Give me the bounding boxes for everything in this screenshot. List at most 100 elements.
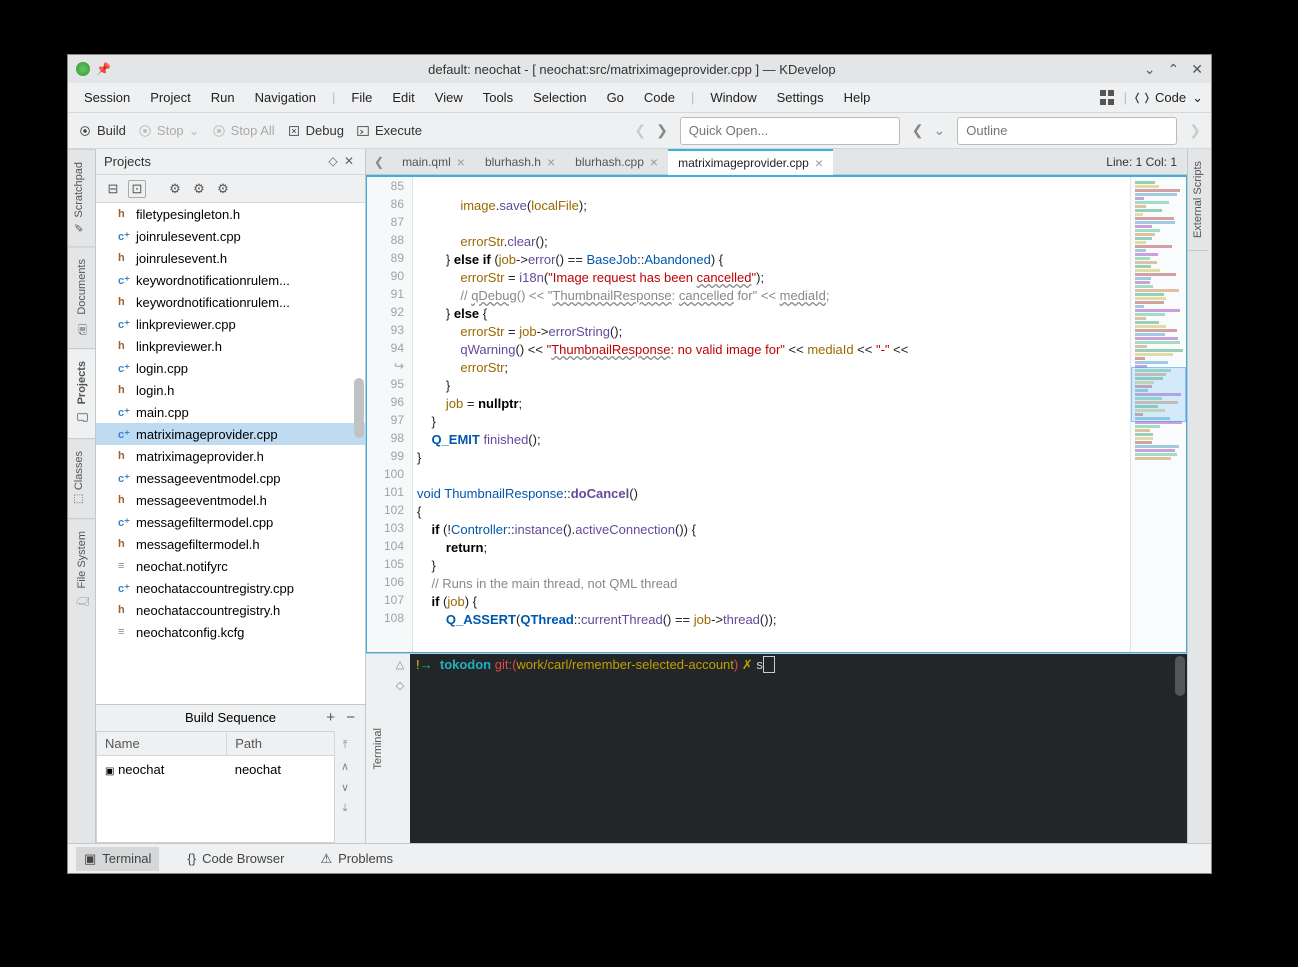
cpp-file-icon: c⁺: [118, 230, 132, 243]
project-tree[interactable]: hfiletypesingleton.hc⁺joinrulesevent.cpp…: [96, 203, 365, 704]
tree-item[interactable]: c⁺main.cpp: [96, 401, 365, 423]
terminal-label[interactable]: Terminal: [366, 654, 390, 843]
column-path[interactable]: Path: [227, 731, 335, 755]
tab-blurhash-h[interactable]: blurhash.h×: [475, 149, 565, 175]
tree-item[interactable]: hneochataccountregistry.h: [96, 599, 365, 621]
rail-projects[interactable]: 🗀 Projects: [68, 348, 95, 438]
terminal-scrollbar[interactable]: [1175, 656, 1185, 696]
tree-item[interactable]: hmatriximageprovider.h: [96, 445, 365, 467]
move-up-icon[interactable]: ∧: [341, 760, 349, 773]
panel-close-icon[interactable]: ✕: [341, 154, 357, 170]
maximize-button[interactable]: ⌃: [1168, 61, 1180, 78]
gear-icon[interactable]: ⚙: [166, 180, 184, 198]
menu-selection[interactable]: Selection: [525, 86, 594, 109]
nav-back-icon[interactable]: ❮: [634, 122, 646, 139]
close-icon[interactable]: ×: [815, 155, 823, 171]
minimize-button[interactable]: ⌄: [1144, 61, 1156, 78]
term-up-icon[interactable]: △: [396, 658, 404, 671]
bottom-dock-bar: ▣Terminal {}Code Browser ⚠Problems: [68, 843, 1211, 873]
execute-button[interactable]: Execute: [356, 123, 422, 138]
code-content[interactable]: image.save(localFile); errorStr.clear();…: [413, 177, 1130, 652]
add-button[interactable]: +: [326, 709, 335, 726]
gear-icon-2[interactable]: ⚙: [190, 180, 208, 198]
menu-run[interactable]: Run: [203, 86, 243, 109]
bottom-tab-code-browser[interactable]: {}Code Browser: [179, 847, 292, 870]
close-icon[interactable]: ×: [650, 154, 658, 170]
tree-item[interactable]: c⁺joinrulesevent.cpp: [96, 225, 365, 247]
tree-item[interactable]: hjoinrulesevent.h: [96, 247, 365, 269]
rail-classes[interactable]: ⬚ Classes: [68, 438, 95, 518]
menu-window[interactable]: Window: [702, 86, 764, 109]
tab-blurhash-cpp[interactable]: blurhash.cpp×: [565, 149, 668, 175]
tree-item[interactable]: c⁺keywordnotificationrulem...: [96, 269, 365, 291]
tab-matriximageprovider-cpp[interactable]: matriximageprovider.cpp×: [668, 149, 833, 175]
close-icon[interactable]: ×: [547, 154, 555, 170]
tree-item[interactable]: c⁺login.cpp: [96, 357, 365, 379]
move-down-icon[interactable]: ∨: [341, 781, 349, 794]
term-diamond-icon[interactable]: ◇: [396, 679, 404, 692]
outline-next-icon[interactable]: ⌄: [934, 122, 946, 139]
menubar: SessionProjectRunNavigation|FileEditView…: [68, 83, 1211, 113]
tree-item[interactable]: hkeywordnotificationrulem...: [96, 291, 365, 313]
column-name[interactable]: Name: [97, 731, 227, 755]
stop-button[interactable]: Stop ⌄: [138, 123, 200, 139]
menu-help[interactable]: Help: [836, 86, 879, 109]
move-bottom-icon[interactable]: ⤓: [343, 802, 348, 815]
tree-item[interactable]: ≡neochat.notifyrc: [96, 555, 365, 577]
panel-float-icon[interactable]: ◇: [325, 154, 341, 170]
pin-icon[interactable]: 📌: [96, 62, 110, 76]
nav-right-icon[interactable]: ❯: [1189, 122, 1201, 139]
menu-view[interactable]: View: [427, 86, 471, 109]
outline-prev-icon[interactable]: ❮: [912, 122, 924, 139]
move-top-icon[interactable]: ⤒: [343, 739, 348, 752]
tree-item[interactable]: c⁺matriximageprovider.cpp: [96, 423, 365, 445]
tab-scroll-left[interactable]: ❮: [366, 155, 392, 169]
menu-project[interactable]: Project: [142, 86, 198, 109]
menu-go[interactable]: Go: [599, 86, 632, 109]
stop-all-button[interactable]: Stop All: [212, 123, 275, 138]
rail-external-scripts[interactable]: External Scripts: [1188, 149, 1208, 251]
bottom-tab-problems[interactable]: ⚠Problems: [312, 847, 401, 871]
table-row[interactable]: ▣ neochat neochat: [97, 755, 335, 783]
quick-open-input[interactable]: [680, 117, 900, 145]
menu-session[interactable]: Session: [76, 86, 138, 109]
tree-item[interactable]: hlinkpreviewer.h: [96, 335, 365, 357]
tree-item[interactable]: hmessageeventmodel.h: [96, 489, 365, 511]
gear-icon-3[interactable]: ⚙: [214, 180, 232, 198]
build-button[interactable]: Build: [78, 123, 126, 138]
minimap[interactable]: [1130, 177, 1186, 652]
rail-file-system[interactable]: 🗁 File System: [68, 518, 95, 622]
scrollbar[interactable]: [354, 378, 364, 438]
terminal-body[interactable]: !→ tokodon git:(work/carl/remember-selec…: [410, 654, 1187, 843]
rail-documents[interactable]: 🗎 Documents: [68, 246, 95, 348]
close-button[interactable]: ✕: [1191, 61, 1203, 78]
tree-item[interactable]: ≡neochatconfig.kcfg: [96, 621, 365, 643]
nav-forward-icon[interactable]: ❯: [656, 122, 668, 139]
txt-file-icon: ≡: [118, 560, 132, 572]
layout-grid-icon[interactable]: [1100, 90, 1116, 106]
tree-item[interactable]: c⁺messagefiltermodel.cpp: [96, 511, 365, 533]
tree-item[interactable]: hmessagefiltermodel.h: [96, 533, 365, 555]
rail-scratchpad[interactable]: ✎ Scratchpad: [68, 149, 95, 246]
outline-input[interactable]: [957, 117, 1177, 145]
debug-button[interactable]: Debug: [287, 123, 344, 138]
code-mode-button[interactable]: Code ⌄: [1135, 90, 1203, 106]
tree-collapse-icon[interactable]: ⊟: [104, 180, 122, 198]
menu-code[interactable]: Code: [636, 86, 683, 109]
tree-item[interactable]: hfiletypesingleton.h: [96, 203, 365, 225]
tree-item[interactable]: c⁺linkpreviewer.cpp: [96, 313, 365, 335]
menu-settings[interactable]: Settings: [769, 86, 832, 109]
tree-item[interactable]: c⁺messageeventmodel.cpp: [96, 467, 365, 489]
close-icon[interactable]: ×: [457, 154, 465, 170]
tree-sync-icon[interactable]: ⊡: [128, 180, 146, 198]
menu-file[interactable]: File: [343, 86, 380, 109]
bottom-tab-terminal[interactable]: ▣Terminal: [76, 847, 159, 871]
menu-navigation[interactable]: Navigation: [247, 86, 324, 109]
menu-tools[interactable]: Tools: [475, 86, 521, 109]
tree-item[interactable]: c⁺neochataccountregistry.cpp: [96, 577, 365, 599]
code-editor[interactable]: 85868788899091929394↪9596979899100101102…: [366, 175, 1187, 653]
tab-main-qml[interactable]: main.qml×: [392, 149, 475, 175]
tree-item[interactable]: hlogin.h: [96, 379, 365, 401]
remove-button[interactable]: −: [346, 709, 355, 726]
menu-edit[interactable]: Edit: [384, 86, 422, 109]
